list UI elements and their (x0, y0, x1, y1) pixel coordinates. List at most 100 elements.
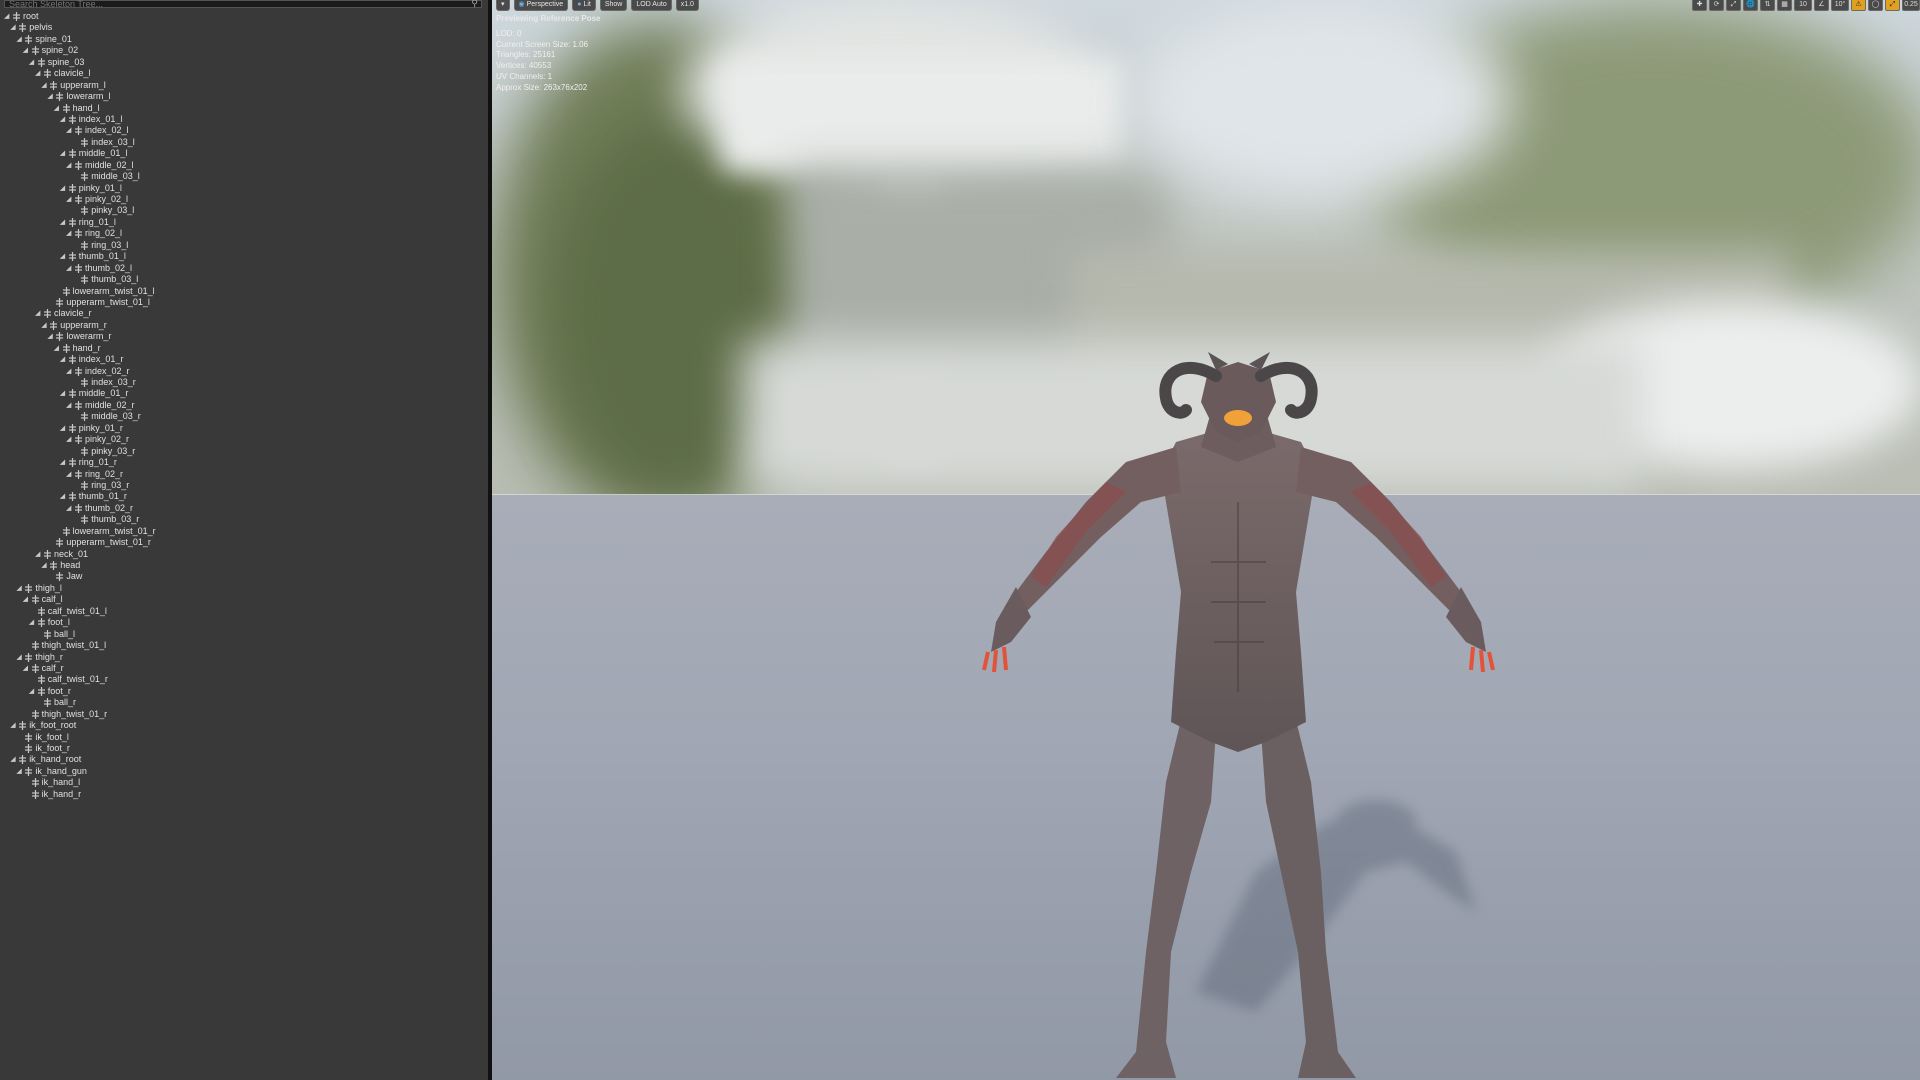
tree-row[interactable]: ◢ lowerarm_l (0, 91, 488, 102)
tree-row[interactable]: ik_hand_l (0, 777, 488, 788)
expand-arrow-icon[interactable]: ◢ (60, 354, 68, 365)
expand-arrow-icon[interactable]: ◢ (66, 503, 74, 514)
tree-row[interactable]: ◢ pinky_01_r (0, 423, 488, 434)
expand-arrow-icon[interactable]: ◢ (60, 183, 68, 194)
expand-arrow-icon[interactable]: ◢ (54, 103, 62, 114)
tree-row[interactable]: ring_03_r (0, 480, 488, 491)
tree-row[interactable]: ◢ pelvis (0, 22, 488, 33)
scale-icon[interactable]: ⤢ (1726, 0, 1741, 11)
expand-arrow-icon[interactable]: ◢ (29, 686, 37, 697)
expand-arrow-icon[interactable]: ◢ (66, 228, 74, 239)
tree-row[interactable]: ◢ ring_01_l (0, 217, 488, 228)
tree-row[interactable]: ◢ thigh_r (0, 652, 488, 663)
expand-arrow-icon[interactable]: ◢ (66, 469, 74, 480)
tree-row[interactable]: ◢ ring_02_l (0, 228, 488, 239)
expand-arrow-icon[interactable]: ◢ (16, 34, 24, 45)
tree-row[interactable]: calf_twist_01_r (0, 674, 488, 685)
tree-row[interactable]: thigh_twist_01_l (0, 640, 488, 651)
tree-row[interactable]: ◢ spine_02 (0, 45, 488, 56)
tree-row[interactable]: ◢ clavicle_r (0, 308, 488, 319)
expand-arrow-icon[interactable]: ◢ (60, 148, 68, 159)
tree-row[interactable]: ◢ thumb_02_r (0, 503, 488, 514)
expand-arrow-icon[interactable]: ◢ (16, 766, 24, 777)
tree-row[interactable]: ◢ upperarm_r (0, 320, 488, 331)
tree-row[interactable]: ◢ index_02_r (0, 366, 488, 377)
tree-row[interactable]: ◢ foot_r (0, 686, 488, 697)
playback-speed-button[interactable]: x1.0 (675, 0, 699, 11)
tree-row[interactable]: ◢ middle_02_r (0, 400, 488, 411)
expand-arrow-icon[interactable]: ◢ (47, 91, 55, 102)
viewport-options-button[interactable]: ▾ (496, 0, 510, 11)
character-mesh[interactable] (976, 352, 1536, 1080)
tree-row[interactable]: ◢ upperarm_l (0, 80, 488, 91)
expand-arrow-icon[interactable]: ◢ (35, 308, 43, 319)
tree-row[interactable]: calf_twist_01_l (0, 606, 488, 617)
expand-arrow-icon[interactable]: ◢ (60, 457, 68, 468)
expand-arrow-icon[interactable]: ◢ (35, 68, 43, 79)
expand-arrow-icon[interactable]: ◢ (66, 125, 74, 136)
expand-arrow-icon[interactable]: ◢ (66, 434, 74, 445)
tree-row[interactable]: ◢ thigh_l (0, 583, 488, 594)
expand-arrow-icon[interactable]: ◢ (60, 217, 68, 228)
tree-row[interactable]: ◢ index_01_r (0, 354, 488, 365)
tree-row[interactable]: pinky_03_l (0, 205, 488, 216)
tree-row[interactable]: ik_foot_r (0, 743, 488, 754)
tree-row[interactable]: ◢ middle_02_l (0, 160, 488, 171)
tree-row[interactable]: upperarm_twist_01_l (0, 297, 488, 308)
expand-arrow-icon[interactable]: ◢ (29, 617, 37, 628)
translate-icon[interactable]: ✚ (1692, 0, 1707, 11)
expand-arrow-icon[interactable]: ◢ (47, 331, 55, 342)
expand-arrow-icon[interactable]: ◢ (10, 720, 18, 731)
tree-row[interactable]: index_03_r (0, 377, 488, 388)
rotation-snap-value[interactable]: 10° (1831, 0, 1849, 11)
camera-speed-icon[interactable]: ◯ (1868, 0, 1883, 11)
scale-snap-icon[interactable]: ⤢ (1885, 0, 1900, 11)
surface-snap-icon[interactable]: ⇅ (1760, 0, 1775, 11)
grid-snap-icon[interactable]: ▦ (1777, 0, 1792, 11)
world-space-icon[interactable]: 🌐 (1743, 0, 1758, 11)
tree-row[interactable]: middle_03_r (0, 411, 488, 422)
tree-row[interactable]: ik_hand_r (0, 789, 488, 800)
tree-row[interactable]: ball_r (0, 697, 488, 708)
expand-arrow-icon[interactable]: ◢ (23, 663, 31, 674)
tree-row[interactable]: ◢ thumb_02_l (0, 263, 488, 274)
lit-button[interactable]: ● Lit (572, 0, 596, 11)
tree-row[interactable]: ◢ spine_01 (0, 34, 488, 45)
tree-row[interactable]: ◢ calf_l (0, 594, 488, 605)
expand-arrow-icon[interactable]: ◢ (23, 45, 31, 56)
tree-row[interactable]: ◢ middle_01_r (0, 388, 488, 399)
tree-row[interactable]: ◢ pinky_01_l (0, 183, 488, 194)
tree-row[interactable]: ◢ index_02_l (0, 125, 488, 136)
perspective-button[interactable]: ◉ Perspective (513, 0, 569, 11)
tree-row[interactable]: ◢ hand_r (0, 343, 488, 354)
expand-arrow-icon[interactable]: ◢ (54, 343, 62, 354)
expand-arrow-icon[interactable]: ◢ (60, 423, 68, 434)
show-button[interactable]: Show (599, 0, 628, 11)
expand-arrow-icon[interactable]: ◢ (66, 160, 74, 171)
expand-arrow-icon[interactable]: ◢ (10, 22, 18, 33)
expand-arrow-icon[interactable]: ◢ (66, 194, 74, 205)
expand-arrow-icon[interactable]: ◢ (60, 388, 68, 399)
tree-row[interactable]: ◢ ik_foot_root (0, 720, 488, 731)
tree-row[interactable]: ◢ ring_02_r (0, 469, 488, 480)
tree-row[interactable]: ◢ neck_01 (0, 549, 488, 560)
tree-row[interactable]: index_03_l (0, 137, 488, 148)
expand-arrow-icon[interactable]: ◢ (35, 549, 43, 560)
warning-icon[interactable]: ⚠ (1851, 0, 1866, 11)
expand-arrow-icon[interactable]: ◢ (10, 754, 18, 765)
tree-row[interactable]: ring_03_l (0, 240, 488, 251)
tree-row[interactable]: ◢ thumb_01_r (0, 491, 488, 502)
tree-row[interactable]: ◢ foot_l (0, 617, 488, 628)
tree-row[interactable]: ball_l (0, 629, 488, 640)
tree-row[interactable]: lowerarm_twist_01_r (0, 526, 488, 537)
tree-row[interactable]: lowerarm_twist_01_l (0, 286, 488, 297)
expand-arrow-icon[interactable]: ◢ (4, 11, 12, 22)
grid-snap-value[interactable]: 10 (1794, 0, 1812, 11)
expand-arrow-icon[interactable]: ◢ (66, 400, 74, 411)
expand-arrow-icon[interactable]: ◢ (29, 57, 37, 68)
tree-row[interactable]: pinky_03_r (0, 446, 488, 457)
expand-arrow-icon[interactable]: ◢ (66, 263, 74, 274)
tree-row[interactable]: ◢ thumb_01_l (0, 251, 488, 262)
tree-row[interactable]: ◢ spine_03 (0, 57, 488, 68)
tree-row[interactable]: middle_03_l (0, 171, 488, 182)
